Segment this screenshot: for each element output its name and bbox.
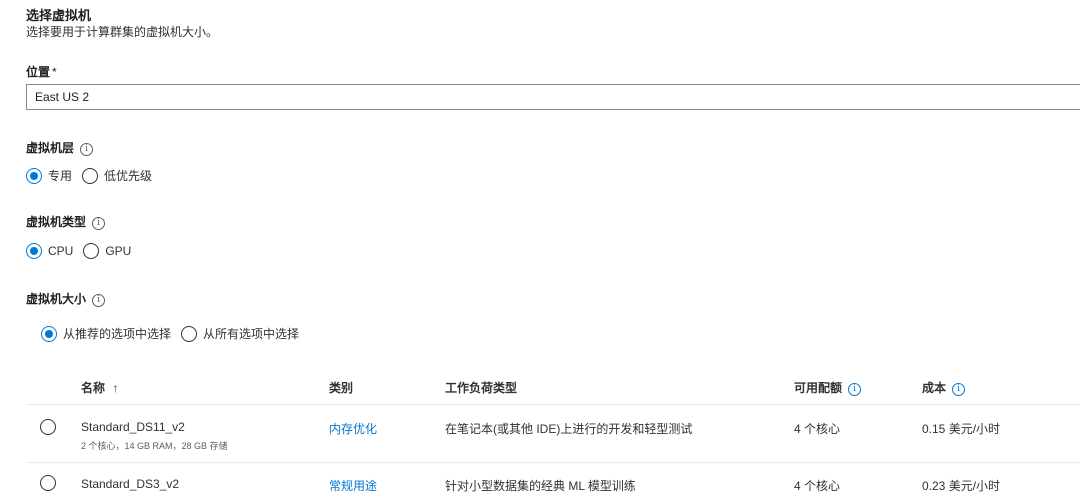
vm-size-label: 虚拟机大小 i <box>26 290 106 307</box>
vm-size-option-label: 从推荐的选项中选择 <box>63 327 172 341</box>
column-header-name-text: 名称 <box>81 381 106 395</box>
row-select-radio[interactable] <box>40 419 56 435</box>
info-icon[interactable]: i <box>952 383 966 396</box>
location-select[interactable]: East US 2 <box>26 84 1080 110</box>
radio-checked-icon[interactable] <box>41 325 57 342</box>
location-select-value: East US 2 <box>35 90 90 104</box>
column-header-quota[interactable]: 可用配额 i <box>794 379 862 396</box>
required-mark: * <box>52 65 57 79</box>
vm-type-option-cpu[interactable]: CPU <box>26 243 73 259</box>
column-header-cost[interactable]: 成本 i <box>922 379 966 396</box>
location-label-text: 位置 <box>26 65 51 79</box>
vm-tier-option-low-priority[interactable]: 低优先级 <box>82 167 152 184</box>
vm-specs: 2 个核心，14 GB RAM，28 GB 存储 <box>81 441 228 451</box>
vm-type-label: 虚拟机类型 i <box>26 213 106 230</box>
page-subtitle: 选择要用于计算群集的虚拟机大小。 <box>26 25 219 39</box>
vm-workload: 在笔记本(或其他 IDE)上进行的开发和轻型测试 <box>445 422 693 436</box>
vm-size-option-label: 从所有选项中选择 <box>203 327 300 341</box>
vm-size-radio-group: 从推荐的选项中选择 从所有选项中选择 <box>41 325 309 342</box>
column-header-quota-text: 可用配额 <box>794 381 843 395</box>
column-header-workload[interactable]: 工作负荷类型 <box>445 379 517 396</box>
vm-type-option-label: CPU <box>48 244 74 258</box>
row-select-radio[interactable] <box>40 475 56 491</box>
vm-name: Standard_DS11_v2 <box>81 420 185 434</box>
vm-quota: 4 个核心 <box>794 479 841 493</box>
column-header-cost-text: 成本 <box>922 381 947 395</box>
vm-size-option-recommended[interactable]: 从推荐的选项中选择 <box>41 325 171 342</box>
vm-size-label-text: 虚拟机大小 <box>26 292 87 306</box>
page-title: 选择虚拟机 <box>26 8 92 23</box>
location-label: 位置 * <box>26 63 57 80</box>
vm-category-link[interactable]: 常规用途 <box>329 477 377 494</box>
vm-name: Standard_DS3_v2 <box>81 477 180 491</box>
vm-size-option-all[interactable]: 从所有选项中选择 <box>181 325 299 342</box>
vm-quota: 4 个核心 <box>794 422 841 436</box>
info-icon[interactable]: i <box>848 383 862 396</box>
radio-checked-icon[interactable] <box>26 167 42 184</box>
vm-tier-option-dedicated[interactable]: 专用 <box>26 167 72 184</box>
info-icon[interactable]: i <box>80 143 94 156</box>
vm-type-label-text: 虚拟机类型 <box>26 215 87 229</box>
radio-checked-icon[interactable] <box>26 243 42 259</box>
vm-tier-option-label: 专用 <box>48 169 73 183</box>
info-icon[interactable]: i <box>92 217 106 230</box>
vm-cost: 0.15 美元/小时 <box>922 422 1001 436</box>
vm-tier-label-text: 虚拟机层 <box>26 141 75 155</box>
radio-unchecked-icon[interactable] <box>83 243 100 259</box>
vm-workload: 针对小型数据集的经典 ML 模型训练 <box>445 479 636 493</box>
column-header-category[interactable]: 类别 <box>329 379 353 396</box>
vm-type-radio-group: CPU GPU <box>26 243 141 259</box>
vm-type-option-label: GPU <box>105 244 132 258</box>
vm-tier-label: 虚拟机层 i <box>26 139 94 156</box>
vm-cost: 0.23 美元/小时 <box>922 479 1001 493</box>
sort-arrow-icon: ↑ <box>112 381 119 395</box>
vm-tier-option-label: 低优先级 <box>104 169 153 183</box>
vm-tier-radio-group: 专用 低优先级 <box>26 167 162 184</box>
column-header-name[interactable]: 名称 ↑ <box>81 379 118 396</box>
info-icon[interactable]: i <box>92 294 106 307</box>
vm-type-option-gpu[interactable]: GPU <box>83 243 131 259</box>
radio-unchecked-icon[interactable] <box>82 167 99 184</box>
vm-category-link[interactable]: 内存优化 <box>329 420 377 437</box>
radio-unchecked-icon[interactable] <box>181 325 198 342</box>
